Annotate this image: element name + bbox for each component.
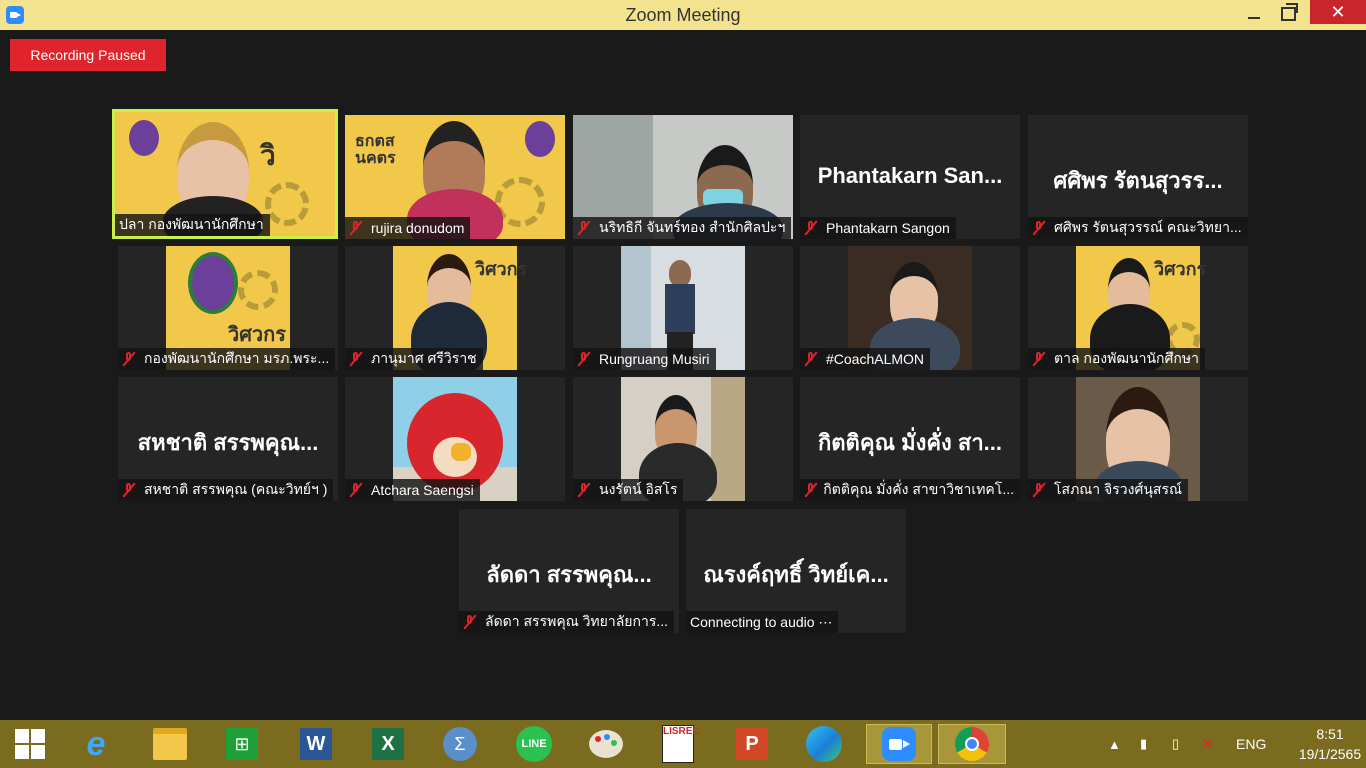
- windows-taskbar: e ⊞ W X Σ LINE LISREL P ▲ ▮ ▯ ✕ ENG 8:51…: [0, 720, 1366, 768]
- language-indicator[interactable]: ENG: [1236, 720, 1266, 768]
- zoom-icon[interactable]: [866, 724, 932, 764]
- video-tile-7[interactable]: วิศวกร ภานุมาศ ศรีวิราช: [345, 246, 565, 370]
- participant-name-label: ศศิพร รัตนสุวรรณ์ คณะวิทยา...: [1028, 217, 1248, 239]
- lisrel-icon[interactable]: LISREL: [658, 724, 699, 764]
- recording-paused-badge[interactable]: Recording Paused: [10, 39, 166, 71]
- muted-mic-icon: [122, 482, 136, 498]
- video-tile-1[interactable]: วิ ปลา กองพัฒนานักศึกษา: [112, 109, 338, 239]
- title-bar: Zoom Meeting ✕: [0, 0, 1366, 30]
- excel-icon[interactable]: X: [368, 724, 408, 764]
- store-icon[interactable]: ⊞: [222, 724, 262, 764]
- participant-name-label: Rungruang Musiri: [573, 348, 716, 370]
- video-tile-9[interactable]: #CoachALMON: [800, 246, 1020, 370]
- participant-display-name: Phantakarn San...: [817, 163, 1003, 188]
- muted-mic-icon: [1032, 220, 1046, 236]
- chrome-icon[interactable]: [938, 724, 1006, 764]
- muted-mic-icon: [349, 220, 363, 236]
- signal-bars-icon: ▮: [1140, 736, 1148, 751]
- participant-name-label: กองพัฒนานักศึกษา มรภ.พระ...: [118, 348, 336, 370]
- word-icon[interactable]: W: [296, 724, 336, 764]
- network-icon[interactable]: ▮: [1140, 720, 1147, 768]
- muted-mic-icon: [1032, 351, 1046, 367]
- taskbar-clock[interactable]: 8:51 19/1/2565: [1296, 724, 1364, 764]
- paint-icon[interactable]: [586, 724, 626, 764]
- participant-display-name: กิตติคุณ มั่งคั่ง สา...: [817, 430, 1003, 455]
- muted-mic-icon: [804, 351, 818, 367]
- video-tile-5[interactable]: ศศิพร รัตนสุวรร... ศศิพร รัตนสุวรรณ์ คณะ…: [1028, 115, 1248, 239]
- video-tile-2[interactable]: ธกตส นคตร rujira donudom: [345, 115, 565, 239]
- window-title: Zoom Meeting: [625, 5, 741, 25]
- volume-muted-icon[interactable]: ✕: [1202, 720, 1213, 768]
- video-tile-13[interactable]: นงรัตน์ อิสโร: [573, 377, 793, 501]
- clock-date: 19/1/2565: [1298, 746, 1362, 762]
- participant-name-label: Atchara Saengsi: [345, 479, 480, 501]
- muted-mic-icon: [122, 351, 136, 367]
- participant-display-name: ศศิพร รัตนสุวรร...: [1053, 168, 1223, 193]
- participant-name-label: ภานุมาศ ศรีวิราช: [345, 348, 483, 370]
- muted-mic-icon: [463, 614, 477, 630]
- muted-mic-icon: [577, 482, 591, 498]
- muted-mic-icon: [804, 482, 815, 498]
- video-tile-15[interactable]: โสภณา จิรวงศ์นุสรณ์: [1028, 377, 1248, 501]
- participant-name-label: กิตติคุณ มั่งคั่ง สาขาวิชาเทคโ...: [800, 479, 1020, 501]
- video-tile-4[interactable]: Phantakarn San... Phantakarn Sangon: [800, 115, 1020, 239]
- participant-name-label: Phantakarn Sangon: [800, 217, 956, 239]
- speaker-mute-icon: ✕: [1202, 736, 1213, 751]
- battery-glyph-icon: ▯: [1172, 736, 1180, 751]
- participant-name-label: #CoachALMON: [800, 348, 931, 370]
- video-tile-6[interactable]: วิศวกร กองพัฒนานักศึกษา มรภ.พระ...: [118, 246, 338, 370]
- restore-icon: [1280, 3, 1298, 21]
- muted-mic-icon: [577, 351, 591, 367]
- close-icon: ✕: [1330, 1, 1346, 22]
- minimize-icon: [1248, 17, 1260, 19]
- video-tile-14[interactable]: กิตติคุณ มั่งคั่ง สา... กิตติคุณ มั่งคั่…: [800, 377, 1020, 501]
- participant-name-label: ปลา กองพัฒนานักศึกษา: [115, 214, 270, 236]
- video-tile-10[interactable]: วิศวกร ตาล กองพัฒนานักศึกษา: [1028, 246, 1248, 370]
- participant-name-label: ตาล กองพัฒนานักศึกษา: [1028, 348, 1205, 370]
- clock-time: 8:51: [1316, 726, 1344, 742]
- video-tile-12[interactable]: Atchara Saengsi: [345, 377, 565, 501]
- show-hidden-icons[interactable]: ▲: [1108, 720, 1121, 768]
- participant-display-name: ณรงค์ฤทธิ์ วิทย์เค...: [703, 562, 889, 587]
- powerpoint-icon[interactable]: P: [732, 724, 772, 764]
- recording-label: Recording Paused: [30, 47, 146, 63]
- participant-name-label: Connecting to audio ⋯: [686, 611, 839, 633]
- close-button[interactable]: ✕: [1310, 0, 1366, 24]
- chevron-up-icon: ▲: [1108, 736, 1121, 752]
- participant-name-label: นงรัตน์ อิสโร: [573, 479, 684, 501]
- file-explorer-icon[interactable]: [150, 724, 190, 764]
- muted-mic-icon: [577, 220, 591, 236]
- video-tile-8[interactable]: Rungruang Musiri: [573, 246, 793, 370]
- muted-mic-icon: [349, 482, 363, 498]
- edge-icon[interactable]: [804, 724, 844, 764]
- participant-display-name: สหชาติ สรรพคุณ...: [137, 430, 319, 455]
- participant-name-label: สหชาติ สรรพคุณ (คณะวิทย์ฯ ): [118, 479, 334, 501]
- video-tile-3[interactable]: นริทธิกี จันทร์ทอง สำนักศิลปะฯ: [573, 115, 793, 239]
- participant-display-name: ลัดดา สรรพคุณ...: [486, 562, 652, 587]
- participant-name-label: ลัดดา สรรพคุณ วิทยาลัยการ...: [459, 611, 675, 633]
- participant-name-label: rujira donudom: [345, 217, 471, 239]
- video-tile-17[interactable]: ณรงค์ฤทธิ์ วิทย์เค... Connecting to audi…: [686, 509, 906, 633]
- internet-explorer-icon[interactable]: e: [76, 724, 116, 764]
- muted-mic-icon: [1032, 482, 1046, 498]
- maximize-button[interactable]: [1266, 0, 1310, 28]
- connecting-audio-status: Connecting to audio ⋯: [690, 613, 833, 630]
- line-icon[interactable]: LINE: [514, 724, 554, 764]
- math-input-icon[interactable]: Σ: [440, 724, 480, 764]
- battery-icon[interactable]: ▯: [1172, 720, 1179, 768]
- participant-name-label: นริทธิกี จันทร์ทอง สำนักศิลปะฯ: [573, 217, 792, 239]
- participant-name-label: โสภณา จิรวงศ์นุสรณ์: [1028, 479, 1188, 501]
- muted-mic-icon: [804, 220, 818, 236]
- muted-mic-icon: [349, 351, 363, 367]
- video-tile-11[interactable]: สหชาติ สรรพคุณ... สหชาติ สรรพคุณ (คณะวิท…: [118, 377, 338, 501]
- video-tile-16[interactable]: ลัดดา สรรพคุณ... ลัดดา สรรพคุณ วิทยาลัยก…: [459, 509, 679, 633]
- windows-start-icon[interactable]: [10, 724, 50, 764]
